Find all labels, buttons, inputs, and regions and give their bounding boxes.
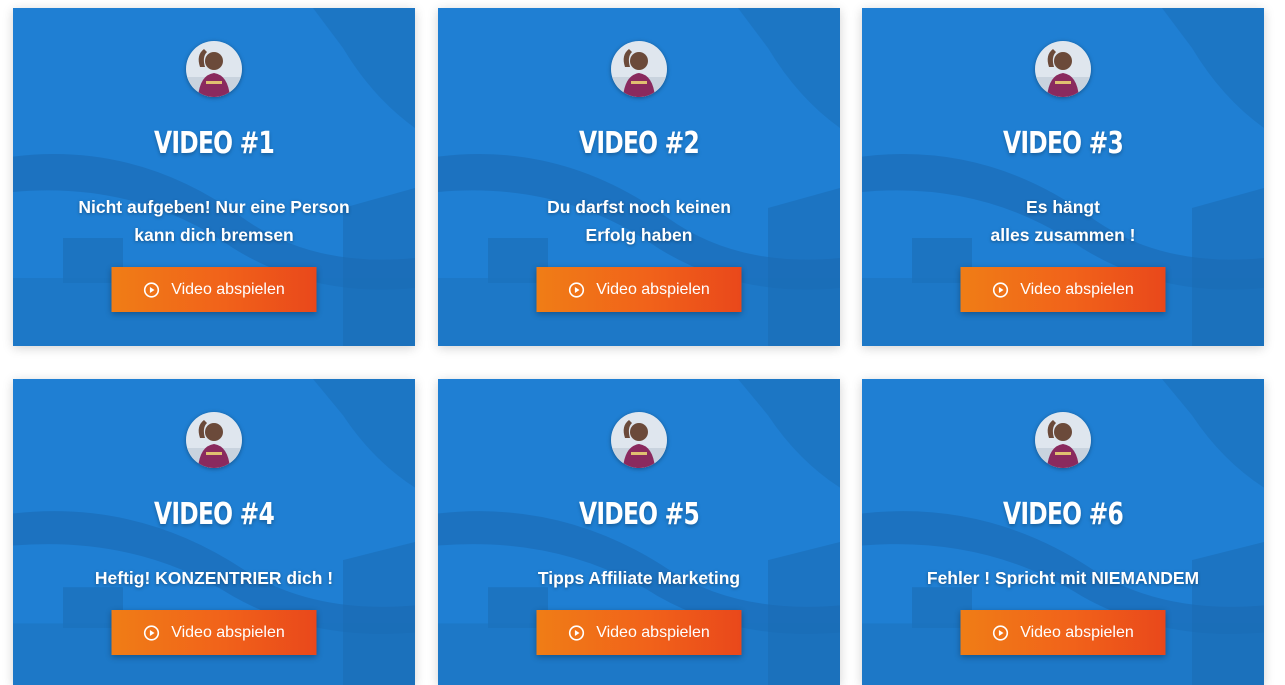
video-title: VIDEO #4 bbox=[154, 497, 275, 532]
presenter-avatar bbox=[1035, 412, 1091, 468]
video-description: Fehler ! Spricht mit NIEMANDEM bbox=[882, 564, 1244, 592]
play-video-button[interactable]: Video abspielen bbox=[960, 610, 1166, 655]
play-circle-icon bbox=[568, 624, 584, 641]
video-card-1: VIDEO #1 Nicht aufgeben! Nur eine Person… bbox=[13, 8, 415, 346]
play-video-button[interactable]: Video abspielen bbox=[111, 610, 317, 655]
video-card-5: VIDEO #5 Tipps Affiliate Marketing Video… bbox=[438, 379, 840, 685]
play-circle-icon bbox=[992, 281, 1008, 298]
video-title: VIDEO #3 bbox=[1003, 126, 1124, 161]
description-line: Tipps Affiliate Marketing bbox=[537, 568, 741, 588]
presenter-avatar bbox=[611, 41, 667, 97]
video-title: VIDEO #2 bbox=[579, 126, 700, 161]
presenter-avatar bbox=[611, 412, 667, 468]
presenter-avatar bbox=[186, 412, 242, 468]
description-line: Erfolg haben bbox=[585, 225, 693, 245]
play-circle-icon bbox=[992, 624, 1008, 641]
description-line: alles zusammen ! bbox=[990, 225, 1136, 245]
button-label: Video abspielen bbox=[596, 623, 710, 641]
video-card-2: VIDEO #2 Du darfst noch keinen Erfolg ha… bbox=[438, 8, 840, 346]
description-line: Du darfst noch keinen bbox=[547, 197, 731, 217]
description-line: Es hängt bbox=[1026, 197, 1100, 217]
button-label: Video abspielen bbox=[1020, 623, 1134, 641]
play-circle-icon bbox=[568, 281, 584, 298]
button-label: Video abspielen bbox=[596, 280, 710, 298]
video-grid: VIDEO #1 Nicht aufgeben! Nur eine Person… bbox=[0, 0, 1285, 685]
play-video-button[interactable]: Video abspielen bbox=[536, 610, 742, 655]
play-circle-icon bbox=[143, 624, 159, 641]
video-description: Heftig! KONZENTRIER dich ! bbox=[33, 564, 395, 592]
video-description: Es hängt alles zusammen ! bbox=[882, 193, 1244, 249]
description-line: kann dich bremsen bbox=[134, 225, 294, 245]
button-label: Video abspielen bbox=[171, 623, 285, 641]
presenter-avatar bbox=[1035, 41, 1091, 97]
description-line: Nicht aufgeben! Nur eine Person bbox=[78, 197, 350, 217]
play-video-button[interactable]: Video abspielen bbox=[960, 267, 1166, 312]
play-video-button[interactable]: Video abspielen bbox=[536, 267, 742, 312]
description-line: Heftig! KONZENTRIER dich ! bbox=[94, 568, 334, 588]
video-description: Du darfst noch keinen Erfolg haben bbox=[458, 193, 820, 249]
button-label: Video abspielen bbox=[1020, 280, 1134, 298]
video-title: VIDEO #5 bbox=[579, 497, 700, 532]
video-card-4: VIDEO #4 Heftig! KONZENTRIER dich ! Vide… bbox=[13, 379, 415, 685]
button-label: Video abspielen bbox=[171, 280, 285, 298]
video-description: Tipps Affiliate Marketing bbox=[458, 564, 820, 592]
video-title: VIDEO #1 bbox=[154, 126, 275, 161]
presenter-avatar bbox=[186, 41, 242, 97]
play-video-button[interactable]: Video abspielen bbox=[111, 267, 317, 312]
play-circle-icon bbox=[143, 281, 159, 298]
video-description: Nicht aufgeben! Nur eine Person kann dic… bbox=[33, 193, 395, 249]
video-title: VIDEO #6 bbox=[1003, 497, 1124, 532]
video-card-3: VIDEO #3 Es hängt alles zusammen ! Video… bbox=[862, 8, 1264, 346]
video-card-6: VIDEO #6 Fehler ! Spricht mit NIEMANDEM … bbox=[862, 379, 1264, 685]
description-line: Fehler ! Spricht mit NIEMANDEM bbox=[926, 568, 1200, 588]
